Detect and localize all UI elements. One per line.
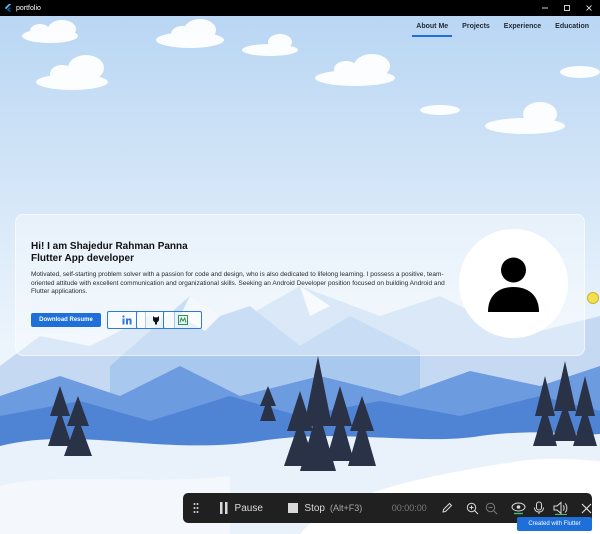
medium-icon	[177, 315, 188, 325]
microphone-button[interactable]	[533, 501, 545, 515]
zoom-out-icon	[485, 502, 498, 514]
stop-button[interactable]: Stop (Alt+F3)	[288, 503, 376, 514]
pause-button[interactable]: Pause	[219, 502, 280, 514]
close-icon	[581, 503, 592, 513]
hero-bio: Motivated, self-starting problem solver …	[31, 271, 445, 296]
pen-button[interactable]	[441, 502, 453, 514]
pause-label: Pause	[234, 502, 263, 514]
zoom-out-button[interactable]	[485, 502, 498, 515]
speaker-button[interactable]	[553, 501, 569, 515]
stop-icon	[288, 503, 299, 513]
cursor-highlight	[587, 292, 599, 304]
zoom-in-button[interactable]	[466, 502, 479, 515]
window-title: portfolio	[16, 4, 41, 12]
microphone-icon	[534, 501, 544, 514]
drag-handle[interactable]	[183, 502, 209, 514]
close-recorder-button[interactable]	[581, 503, 592, 514]
zoom-in-icon	[466, 502, 479, 514]
maximize-icon	[564, 5, 570, 11]
pen-icon	[442, 502, 453, 513]
close-button[interactable]	[578, 0, 600, 16]
nav-projects[interactable]: Projects	[455, 16, 497, 36]
flutter-icon	[4, 4, 12, 12]
download-resume-button[interactable]: Download Resume	[31, 313, 101, 327]
nav-education[interactable]: Education	[548, 16, 596, 36]
pause-icon	[219, 502, 228, 514]
close-icon	[586, 5, 592, 11]
hero-role: Flutter App developer	[31, 253, 134, 264]
medium-button[interactable]	[163, 311, 202, 329]
stop-shortcut: (Alt+F3)	[329, 503, 363, 513]
webcam-icon	[511, 502, 526, 514]
top-navigation: About Me Projects Experience Education	[409, 16, 596, 38]
speaker-icon	[553, 501, 568, 515]
minimize-icon	[542, 7, 548, 9]
nav-experience[interactable]: Experience	[497, 16, 548, 36]
linkedin-icon	[121, 315, 132, 325]
avatar	[459, 229, 568, 338]
created-with-flutter-badge[interactable]: Created with Flutter	[517, 517, 592, 531]
window-titlebar: portfolio	[0, 0, 600, 16]
recording-timer: 00:00:00	[391, 503, 427, 513]
stop-label: Stop	[304, 502, 325, 514]
nav-about-me[interactable]: About Me	[409, 16, 455, 37]
maximize-button[interactable]	[556, 0, 578, 16]
webcam-button[interactable]	[511, 502, 526, 515]
minimize-button[interactable]	[534, 0, 556, 16]
person-icon	[488, 257, 539, 312]
grip-icon	[193, 503, 199, 513]
hero-greeting: Hi! I am Shajedur Rahman Panna	[31, 241, 188, 252]
github-icon	[152, 316, 159, 325]
